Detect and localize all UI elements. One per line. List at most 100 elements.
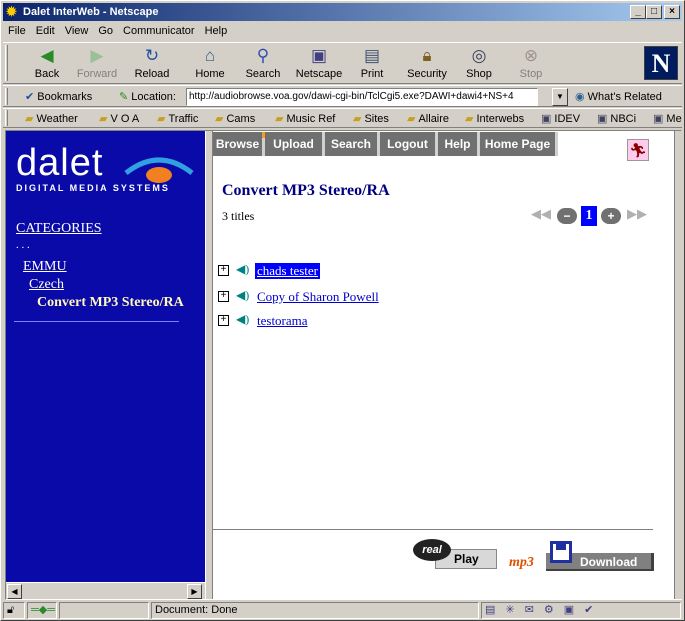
sidebar-horizontal-scrollbar[interactable]: ◀ ▶	[6, 582, 205, 599]
category-czech[interactable]: Czech	[29, 277, 64, 293]
netscape-logo[interactable]: N	[644, 46, 678, 80]
speaker-icon[interactable]: ◀)	[236, 262, 249, 277]
page-icon: ▣	[653, 113, 664, 125]
minimize-button[interactable]: _	[630, 5, 646, 19]
tab-upload[interactable]: Upload	[262, 132, 325, 156]
maximize-button[interactable]: □	[646, 5, 662, 19]
bookmarks-button[interactable]: ✔ Bookmarks	[25, 90, 92, 103]
location-toolbar: ✔ Bookmarks ✎ Location: http://audiobrow…	[3, 85, 682, 107]
dalet-logo-graphic	[124, 157, 194, 183]
last-page-icon[interactable]: ▶▶	[627, 206, 647, 222]
tab-help[interactable]: Help	[438, 132, 480, 156]
assistant-icon[interactable]: 🏃︎	[627, 139, 649, 161]
menu-file[interactable]: File	[3, 22, 31, 37]
back-button[interactable]: ◀ Back	[25, 45, 69, 83]
security-lock-icon[interactable]: 🔓︎	[3, 602, 25, 619]
tab-search[interactable]: Search	[325, 132, 380, 156]
footer-divider	[213, 529, 653, 531]
menu-view[interactable]: View	[60, 22, 94, 37]
bookmark-nbci[interactable]: ▣ NBCi	[597, 112, 636, 125]
expand-icon[interactable]: +	[218, 315, 229, 326]
expand-icon[interactable]: +	[218, 265, 229, 276]
search-button[interactable]: ⚲ Search	[239, 45, 287, 83]
menu-help[interactable]: Help	[200, 22, 233, 37]
status-text: Document: Done	[151, 602, 479, 619]
bookmark-me[interactable]: ▣ Me	[653, 112, 682, 125]
menu-bar: File Edit View Go Communicator Help	[3, 22, 682, 41]
menu-communicator[interactable]: Communicator	[118, 22, 200, 37]
next-page-button[interactable]: +	[601, 208, 621, 224]
search-icon: ⚲	[256, 46, 270, 65]
tab-bar: Browse Upload Search Logout Help Home Pa…	[213, 132, 573, 156]
browser-window: ✹ Dalet InterWeb - Netscape _ □ × File Ed…	[0, 0, 685, 621]
tab-home-page[interactable]: Home Page	[480, 132, 558, 156]
categories-ellipsis: . . .	[16, 239, 30, 251]
page-content: dalet DIGITAL MEDIA SYSTEMS CATEGORIES .…	[5, 130, 682, 600]
page-icon: ▣	[541, 113, 552, 125]
shop-bag-icon: ◎	[471, 46, 487, 65]
expand-icon[interactable]: +	[218, 291, 229, 302]
categories-link[interactable]: CATEGORIES	[16, 221, 102, 237]
bookmarks-icon: ✔	[25, 91, 35, 103]
download-button[interactable]: Download	[546, 541, 656, 571]
bookmark-voa[interactable]: ▰ V O A	[99, 112, 139, 125]
close-button[interactable]: ×	[664, 5, 680, 19]
stop-button[interactable]: ⊗ Stop	[513, 45, 549, 83]
bookmark-music-ref[interactable]: ▰ Music Ref	[275, 112, 335, 125]
real-play-button[interactable]: Play real	[413, 539, 499, 571]
title-link[interactable]: Copy of Sharon Powell	[255, 289, 381, 305]
page-title: Convert MP3 Stereo/RA	[222, 182, 390, 199]
bookmark-allaire[interactable]: ▰ Allaire	[407, 112, 449, 125]
previous-page-button[interactable]: −	[557, 208, 577, 224]
scroll-right-button[interactable]: ▶	[187, 584, 202, 599]
toolbar-grip[interactable]	[5, 45, 8, 81]
tab-browse[interactable]: Browse	[213, 132, 265, 156]
my-netscape-icon: ▣	[310, 46, 328, 65]
frame-divider[interactable]	[205, 131, 213, 599]
bookmark-interwebs[interactable]: ▰ Interwebs	[465, 112, 524, 125]
scroll-left-button[interactable]: ◀	[7, 584, 22, 599]
bookmark-traffic[interactable]: ▰ Traffic	[157, 112, 198, 125]
title-link[interactable]: chads tester	[255, 263, 321, 279]
related-icon: ◉	[575, 91, 585, 103]
current-page: 1	[581, 206, 597, 226]
status-bar: 🔓︎ ═◆═ Document: Done ▤✳✉⚙▣✔	[3, 601, 682, 620]
url-dropdown-button[interactable]: ▼	[552, 88, 568, 106]
category-emmu[interactable]: EMMU	[23, 259, 67, 275]
menu-edit[interactable]: Edit	[31, 22, 60, 37]
print-button[interactable]: ▤ Print	[353, 45, 391, 83]
category-convert-mp3[interactable]: Convert MP3 Stereo/RA	[37, 295, 184, 311]
location-label: ✎ Location:	[119, 91, 176, 103]
first-page-icon[interactable]: ◀◀	[531, 206, 551, 222]
bookmark-cams[interactable]: ▰ Cams	[215, 112, 255, 125]
reload-icon: ↻	[144, 46, 160, 65]
netscape-button[interactable]: ▣ Netscape	[291, 45, 347, 83]
main-scrollbar[interactable]	[674, 131, 682, 599]
title-bar: ✹ Dalet InterWeb - Netscape _ □ ×	[3, 3, 682, 21]
reload-button[interactable]: ↻ Reload	[129, 45, 175, 83]
tab-logout[interactable]: Logout	[380, 132, 438, 156]
personal-toolbar: ▰ Weather ▰ V O A ▰ Traffic ▰ Cams ▰ Music Re…	[3, 108, 682, 128]
security-button[interactable]: 🔒︎ Security	[401, 45, 453, 83]
url-input[interactable]: http://audiobrowse.voa.gov/dawi-cgi-bin/…	[186, 88, 538, 106]
forward-button[interactable]: ▶ Forward	[71, 45, 123, 83]
bookmark-sites[interactable]: ▰ Sites	[353, 112, 389, 125]
floppy-disk-icon	[550, 541, 572, 563]
toolbar-grip[interactable]	[5, 110, 8, 126]
toolbar-grip[interactable]	[5, 88, 8, 105]
whats-related-button[interactable]: ◉ What's Related	[575, 90, 662, 103]
speaker-icon[interactable]: ◀)	[236, 312, 249, 327]
bookmark-idev[interactable]: ▣ IDEV	[541, 112, 580, 125]
category-divider	[14, 321, 179, 322]
netscape-app-icon: ✹	[6, 4, 17, 19]
back-arrow-icon: ◀	[40, 46, 54, 65]
folder-icon: ▰	[275, 113, 284, 125]
home-button[interactable]: ⌂ Home	[189, 45, 231, 83]
menu-go[interactable]: Go	[93, 22, 118, 37]
speaker-icon[interactable]: ◀)	[236, 288, 249, 303]
title-link[interactable]: testorama	[255, 313, 310, 329]
component-bar-icons[interactable]: ▤✳✉⚙▣✔	[481, 602, 681, 619]
real-logo-icon: real	[413, 539, 451, 561]
shop-button[interactable]: ◎ Shop	[459, 45, 499, 83]
bookmark-weather[interactable]: ▰ Weather	[25, 112, 78, 125]
